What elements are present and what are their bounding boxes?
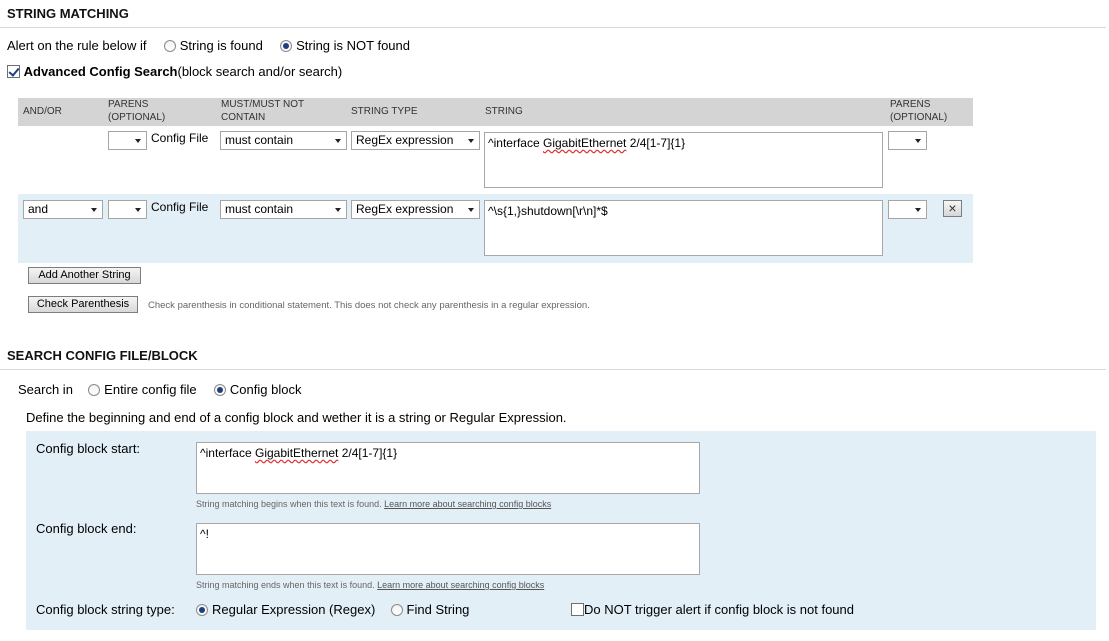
find-string-label: Find String [406,602,470,617]
block-end-text: ^! [200,527,209,541]
string-type-value: RegEx expression [356,133,454,147]
chevron-down-icon [135,208,141,212]
must-contain-select[interactable]: must contain [220,200,347,219]
remove-row-button[interactable]: × [943,200,962,217]
no-trigger-row: Do NOT trigger alert if config block is … [571,602,854,617]
section-divider [0,27,1106,28]
config-block-label: Config block [229,382,302,397]
block-start-hint: String matching begins when this text is… [196,499,551,509]
string-textarea[interactable]: ^interface GigabitEthernet 2/4[1-7]{1} [484,132,883,188]
advanced-search-note: (block search and/or search) [177,64,343,79]
alert-prefix-label: Alert on the rule below if [7,38,147,53]
string-not-found-radio[interactable] [280,40,293,52]
find-string-radio[interactable] [390,604,403,616]
chevron-down-icon [915,139,921,143]
string-text-part: 2/4[1-7]{1} [626,136,686,150]
close-paren-select[interactable] [888,200,927,219]
open-paren-select[interactable] [108,200,147,219]
and-or-select[interactable]: and [23,200,103,219]
block-start-text-misspelled: GigabitEthernet [255,446,339,460]
learn-more-link[interactable]: Learn more about searching config blocks [384,499,551,509]
chevron-down-icon [335,139,341,143]
header-string-type: STRING TYPE [351,106,418,117]
string-found-label: String is found [179,38,263,53]
config-file-label: Config File [151,131,209,145]
must-contain-value: must contain [225,202,294,216]
block-start-textarea[interactable]: ^interface GigabitEthernet 2/4[1-7]{1} [196,442,700,494]
block-start-hint-text: String matching begins when this text is… [196,499,385,509]
block-type-options: Regular Expression (Regex) Find String [196,602,469,617]
open-paren-select[interactable] [108,131,147,150]
string-type-select[interactable]: RegEx expression [351,200,480,219]
block-start-text: ^interface [200,446,255,460]
must-contain-select[interactable]: must contain [220,131,347,150]
string-matching-title: STRING MATCHING [7,6,129,21]
search-in-row: Search in Entire config file Config bloc… [18,382,301,397]
regex-label: Regular Expression (Regex) [212,602,376,617]
advanced-search-label: Advanced Config Search [23,64,178,79]
block-end-hint: String matching ends when this text is f… [196,580,544,590]
close-icon: × [948,200,957,216]
config-block-radio[interactable] [213,384,226,396]
block-start-text: 2/4[1-7]{1} [338,446,398,460]
header-parens-close-line1: PARENS [890,99,931,110]
config-file-label: Config File [151,200,209,214]
chevron-down-icon [91,208,97,212]
chevron-down-icon [468,208,474,212]
close-paren-select[interactable] [888,131,927,150]
block-end-textarea[interactable]: ^! [196,523,700,575]
define-block-text: Define the beginning and end of a config… [26,410,567,425]
block-end-label: Config block end: [36,521,137,536]
string-found-radio[interactable] [163,40,176,52]
entire-config-label: Entire config file [104,382,197,397]
header-must: MUST/MUST NOT CONTAIN [221,98,304,124]
entire-config-radio[interactable] [88,384,101,396]
header-parens-close-line2: (OPTIONAL) [890,112,948,123]
learn-more-link[interactable]: Learn more about searching config blocks [377,580,544,590]
string-text-misspelled: GigabitEthernet [543,136,627,150]
and-or-value: and [28,202,49,216]
string-type-select[interactable]: RegEx expression [351,131,480,150]
chevron-down-icon [915,208,921,212]
header-must-line1: MUST/MUST NOT [221,99,305,110]
advanced-search-row: Advanced Config Search(block search and/… [7,64,342,79]
search-in-label: Search in [18,382,73,397]
block-start-label: Config block start: [36,441,141,456]
header-parens-open-line1: PARENS [108,99,149,110]
block-end-hint-text: String matching ends when this text is f… [196,580,378,590]
header-string: STRING [485,106,523,117]
alert-condition-row: Alert on the rule below if String is fou… [7,38,410,53]
no-trigger-label: Do NOT trigger alert if config block is … [584,602,854,617]
must-contain-value: must contain [225,133,294,147]
string-text-part: ^interface [488,136,543,150]
header-must-line2: CONTAIN [221,112,266,123]
no-trigger-checkbox[interactable] [571,603,584,616]
advanced-search-checkbox[interactable] [7,65,20,78]
chevron-down-icon [335,208,341,212]
string-textarea[interactable]: ^\s{1,}shutdown[\r\n]*$ [484,200,883,256]
header-andor: AND/OR [23,106,62,117]
string-type-value: RegEx expression [356,202,454,216]
block-type-label: Config block string type: [36,602,175,617]
header-parens-open: PARENS (OPTIONAL) [108,98,165,124]
chevron-down-icon [135,139,141,143]
string-not-found-label: String is NOT found [296,38,410,53]
header-parens-open-line2: (OPTIONAL) [108,112,166,123]
check-parenthesis-hint: Check parenthesis in conditional stateme… [148,300,590,311]
search-config-title: SEARCH CONFIG FILE/BLOCK [7,348,198,363]
section-divider [0,369,1106,370]
string-text-part: ^\s{1,}shutdown[\r\n]*$ [488,204,608,218]
add-string-button[interactable]: Add Another String [28,267,141,284]
header-parens-close: PARENS (OPTIONAL) [890,98,947,124]
regex-radio[interactable] [196,604,208,616]
check-parenthesis-button[interactable]: Check Parenthesis [28,296,138,313]
chevron-down-icon [468,139,474,143]
